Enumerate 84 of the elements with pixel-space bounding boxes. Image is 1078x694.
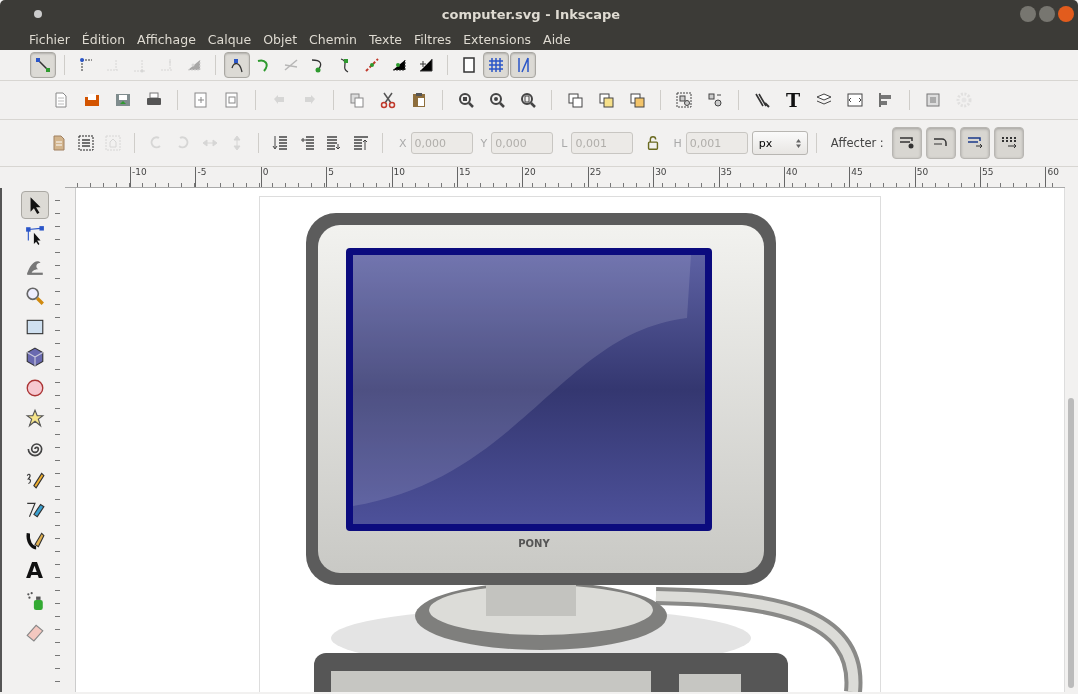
unlink-icon [628, 91, 646, 109]
ruler-label: 30 [653, 167, 719, 187]
select-all-icon [50, 134, 68, 152]
snap-toggle-icon [34, 56, 52, 74]
scissors-icon [379, 91, 397, 109]
xml-editor-icon [846, 91, 864, 109]
unit-dropdown[interactable]: px [751, 131, 808, 155]
ruler-label: 60 [1045, 167, 1065, 187]
copy-icon [566, 91, 584, 109]
menu-item[interactable]: Affichage [132, 29, 201, 49]
clone-icon [597, 91, 615, 109]
field-label: Y [480, 136, 488, 150]
menu-item[interactable]: Édition [76, 29, 131, 49]
ruler-label: -5 [195, 167, 261, 187]
export-icon [223, 91, 241, 109]
text-tool-button[interactable]: T [778, 87, 808, 113]
cube-icon [24, 347, 45, 367]
ruler-label: 25 [587, 167, 654, 187]
snap-toggle-button[interactable] [30, 52, 56, 78]
menu-item[interactable]: Extensions [458, 29, 537, 49]
ruler-label: 45 [849, 167, 915, 187]
menu-item[interactable]: Calque [202, 29, 257, 49]
window-menu-dot[interactable] [34, 10, 42, 18]
raise-top-icon [271, 134, 289, 152]
spray-icon [24, 591, 45, 611]
pointer-arrow-tool-button[interactable] [20, 190, 49, 219]
ruler-label: 50 [914, 167, 981, 187]
menu-item[interactable]: Texte [364, 29, 407, 49]
node-curve-icon [228, 56, 246, 74]
menu-item[interactable]: Objet [258, 29, 303, 49]
deselect-icon [104, 134, 122, 152]
field-label: H [673, 136, 682, 150]
bbox-corner-icon [77, 56, 95, 74]
clipboard-icon [410, 91, 428, 109]
ruler-label: 5 [326, 167, 392, 187]
menu-item[interactable]: Aide [538, 29, 576, 49]
ruler-label: 10 [391, 167, 457, 187]
close-button[interactable] [1058, 6, 1074, 22]
ruler-label: 55 [980, 167, 1046, 187]
ruler-label: 15 [456, 167, 523, 187]
brand-label: PONY [518, 538, 550, 549]
menu-item[interactable]: Filtres [409, 29, 457, 49]
zoom-page-icon [519, 91, 537, 109]
lower-bottom-icon [352, 134, 370, 152]
grid-icon [487, 56, 505, 74]
zoom-selection-icon [457, 91, 475, 109]
ruler-label: -10 [130, 167, 196, 187]
select-layers-icon [77, 134, 95, 152]
maximize-button[interactable] [1039, 6, 1055, 22]
folder-icon [83, 91, 101, 109]
ruler-label: 35 [718, 167, 784, 187]
page-border-icon [460, 56, 478, 74]
zoom-drawing-icon [488, 91, 506, 109]
window-title: computer.svg - Inkscape [440, 6, 622, 22]
calligraphy-icon [24, 530, 45, 550]
field-label: X [399, 136, 407, 150]
crossing-lines-icon [282, 56, 300, 74]
ruler-label: 0 [260, 167, 327, 187]
node-editor-icon [24, 225, 45, 245]
midpoint-icon [363, 56, 381, 74]
circle-icon [24, 377, 45, 398]
new-document-icon [52, 91, 70, 109]
affect-label: Affecter : [830, 136, 884, 150]
save-icon [114, 91, 132, 109]
menu-item[interactable]: Chemin [304, 29, 362, 49]
pencil-icon [24, 469, 45, 489]
ruler-label: 20 [522, 167, 588, 187]
raise-icon [298, 134, 316, 152]
search-icon [24, 286, 45, 306]
minimize-button[interactable] [1020, 6, 1036, 22]
star-icon [24, 408, 45, 428]
grid-button[interactable] [483, 52, 509, 78]
field-label: L [561, 136, 568, 150]
import-icon [192, 91, 210, 109]
guide-button[interactable] [510, 52, 536, 78]
ungroup-icon [706, 91, 724, 109]
menu-item[interactable]: Fichier [24, 29, 75, 49]
ruler-label: 40 [783, 167, 850, 187]
text-tool-button[interactable]: A [20, 556, 49, 585]
node-curve-button[interactable] [224, 52, 250, 78]
group-icon [675, 91, 693, 109]
lower-icon [325, 134, 343, 152]
updown-arrows-icon [795, 138, 801, 148]
duplicate-icon [348, 91, 366, 109]
